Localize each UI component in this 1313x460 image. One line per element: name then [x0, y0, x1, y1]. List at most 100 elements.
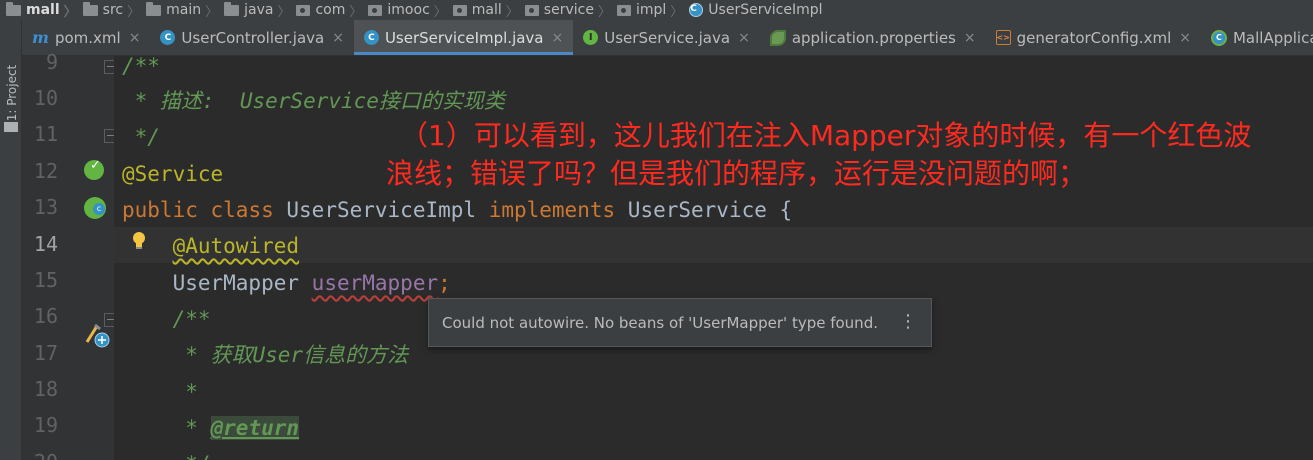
annotation-line-2: 浪线；错误了吗？但是我们的程序，运行是没问题的啊；: [386, 157, 1087, 190]
breadcrumb-item-imooc[interactable]: imooc 〉: [362, 0, 447, 20]
breadcrumb-item-impl[interactable]: impl 〉: [611, 0, 683, 20]
project-folder-icon[interactable]: [4, 122, 18, 132]
tab-label: UserController.java: [181, 28, 325, 47]
javadoc-star: *: [172, 416, 211, 440]
class-icon: C: [160, 30, 176, 45]
folder-icon: [146, 1, 162, 16]
line-number: 17: [33, 341, 58, 365]
javadoc-close: */: [173, 452, 210, 460]
package-icon: [452, 4, 467, 16]
code-line-9: /**: [122, 56, 160, 78]
class-icon: C: [363, 30, 379, 45]
breadcrumb-label: imooc: [387, 2, 430, 18]
code-line-13: public class UserServiceImpl implements …: [122, 192, 792, 228]
tab-label: pom.xml: [54, 28, 121, 47]
breadcrumb-item-mall-package[interactable]: mall 〉: [447, 0, 519, 20]
breadcrumb-item-mall-module[interactable]: mall 〉: [0, 0, 77, 20]
tooltip-message: Could not autowire. No beans of 'UserMap…: [442, 313, 878, 332]
code-line-11: */: [122, 125, 160, 149]
package-icon: [524, 4, 539, 16]
folder-icon: [82, 1, 98, 16]
breadcrumb-label: service: [543, 2, 594, 18]
line-number: 12: [33, 159, 58, 183]
spring-bean-icon[interactable]: [84, 158, 104, 180]
line-number: 13: [33, 195, 58, 219]
breadcrumb-label: src: [102, 2, 124, 18]
tab-usercontroller-java[interactable]: C UserController.java ×: [150, 20, 354, 55]
chevron-right-icon: 〉: [277, 4, 291, 20]
interface-icon: I: [583, 30, 599, 45]
tab-application-properties[interactable]: application.properties ×: [760, 20, 986, 55]
spring-properties-icon: [769, 29, 786, 46]
usermapper-field-error[interactable]: userMapper: [312, 271, 438, 295]
field-type: UserMapper: [172, 271, 300, 295]
tab-userserviceimpl-java[interactable]: C UserServiceImpl.java ×: [353, 20, 574, 55]
line-number: 16: [33, 304, 58, 328]
package-icon: [616, 4, 631, 16]
breadcrumb-label: java: [244, 2, 274, 18]
line-number: 19: [33, 413, 58, 437]
tab-mallapplication[interactable]: C MallApplication: [1201, 20, 1313, 55]
xml-icon: <>: [995, 30, 1011, 45]
javadoc-star: *: [172, 380, 198, 404]
breadcrumb-item-service[interactable]: service 〉: [519, 0, 611, 20]
line-number-current: 14: [33, 232, 58, 256]
chevron-right-icon: 〉: [433, 4, 447, 20]
line-number: 20: [22, 450, 58, 460]
breadcrumb-item-com[interactable]: com 〉: [290, 0, 362, 20]
breadcrumb-label: main: [166, 2, 202, 18]
more-actions-icon[interactable]: ⋮: [899, 311, 917, 333]
maven-icon: m: [32, 28, 49, 47]
javadoc-open: /**: [172, 307, 211, 331]
module-icon: [6, 1, 21, 16]
code-line-19: * @return: [122, 410, 300, 446]
breadcrumb: mall 〉 src 〉 main 〉 java 〉 com 〉 imooc 〉…: [0, 0, 1313, 20]
tab-label: application.properties: [791, 28, 956, 47]
code-line-14: @Autowired: [122, 228, 299, 264]
close-icon[interactable]: ×: [332, 30, 344, 46]
tab-generatorconfig-xml[interactable]: <> generatorConfig.xml ×: [986, 20, 1201, 55]
code-line-16: /**: [122, 301, 211, 337]
chevron-right-icon: 〉: [205, 4, 219, 20]
tab-userservice-java[interactable]: I UserService.java ×: [573, 20, 760, 55]
editor-tab-bar: m pom.xml × C UserController.java × C Us…: [22, 20, 1313, 56]
chevron-right-icon: 〉: [349, 4, 363, 20]
close-icon[interactable]: ×: [552, 30, 564, 46]
close-icon[interactable]: ×: [738, 30, 750, 46]
close-icon[interactable]: ×: [964, 30, 976, 46]
line-number: 18: [33, 377, 58, 401]
editor-gutter: 9 10 11 12 13 14 15 16 17 18 19 20: [22, 50, 118, 460]
autowired-annotation[interactable]: @Autowired: [173, 234, 299, 258]
tab-label: UserServiceImpl.java: [384, 28, 544, 47]
class-name: UserServiceImpl: [286, 198, 477, 222]
close-icon[interactable]: ×: [129, 30, 141, 46]
tab-label: generatorConfig.xml: [1016, 28, 1172, 47]
red-annotation-note: （1）可以看到，这儿我们在注入Mapper对象的时候，有一个红色波 浪线；错误了…: [386, 117, 1306, 193]
breadcrumb-label: UserServiceImpl: [708, 2, 823, 18]
keyword-public: public: [122, 198, 198, 222]
package-icon: [368, 4, 383, 16]
breadcrumb-item-src[interactable]: src 〉: [77, 0, 140, 20]
lightbulb-icon[interactable]: [131, 231, 147, 251]
navigate-to-injected-bean-icon[interactable]: [84, 322, 110, 348]
spring-bean-class-icon[interactable]: [84, 197, 106, 219]
javadoc-return-tag: @return: [210, 416, 300, 440]
code-line-17: * 获取User信息的方法: [122, 337, 408, 373]
javadoc-text: * 获取User信息的方法: [172, 343, 409, 367]
breadcrumb-item-main[interactable]: main 〉: [140, 0, 218, 20]
semicolon: ;: [438, 271, 451, 295]
code-line-12: @Service: [122, 162, 224, 186]
line-number: 11: [33, 122, 58, 146]
close-icon[interactable]: ×: [1179, 30, 1191, 46]
chevron-right-icon: 〉: [597, 4, 611, 20]
chevron-right-icon: 〉: [127, 4, 141, 20]
annotation-line-1: （1）可以看到，这儿我们在注入Mapper对象的时候，有一个红色波: [400, 119, 1252, 152]
folder-icon: [224, 1, 240, 16]
breadcrumb-item-userserviceimpl[interactable]: C UserServiceImpl: [683, 0, 823, 20]
interface-name: UserService {: [627, 198, 793, 222]
breadcrumb-label: mall: [471, 2, 502, 18]
tab-label: UserService.java: [604, 28, 731, 47]
breadcrumb-item-java[interactable]: java 〉: [218, 0, 290, 20]
chevron-right-icon: 〉: [505, 4, 519, 20]
breadcrumb-label: com: [315, 2, 346, 18]
